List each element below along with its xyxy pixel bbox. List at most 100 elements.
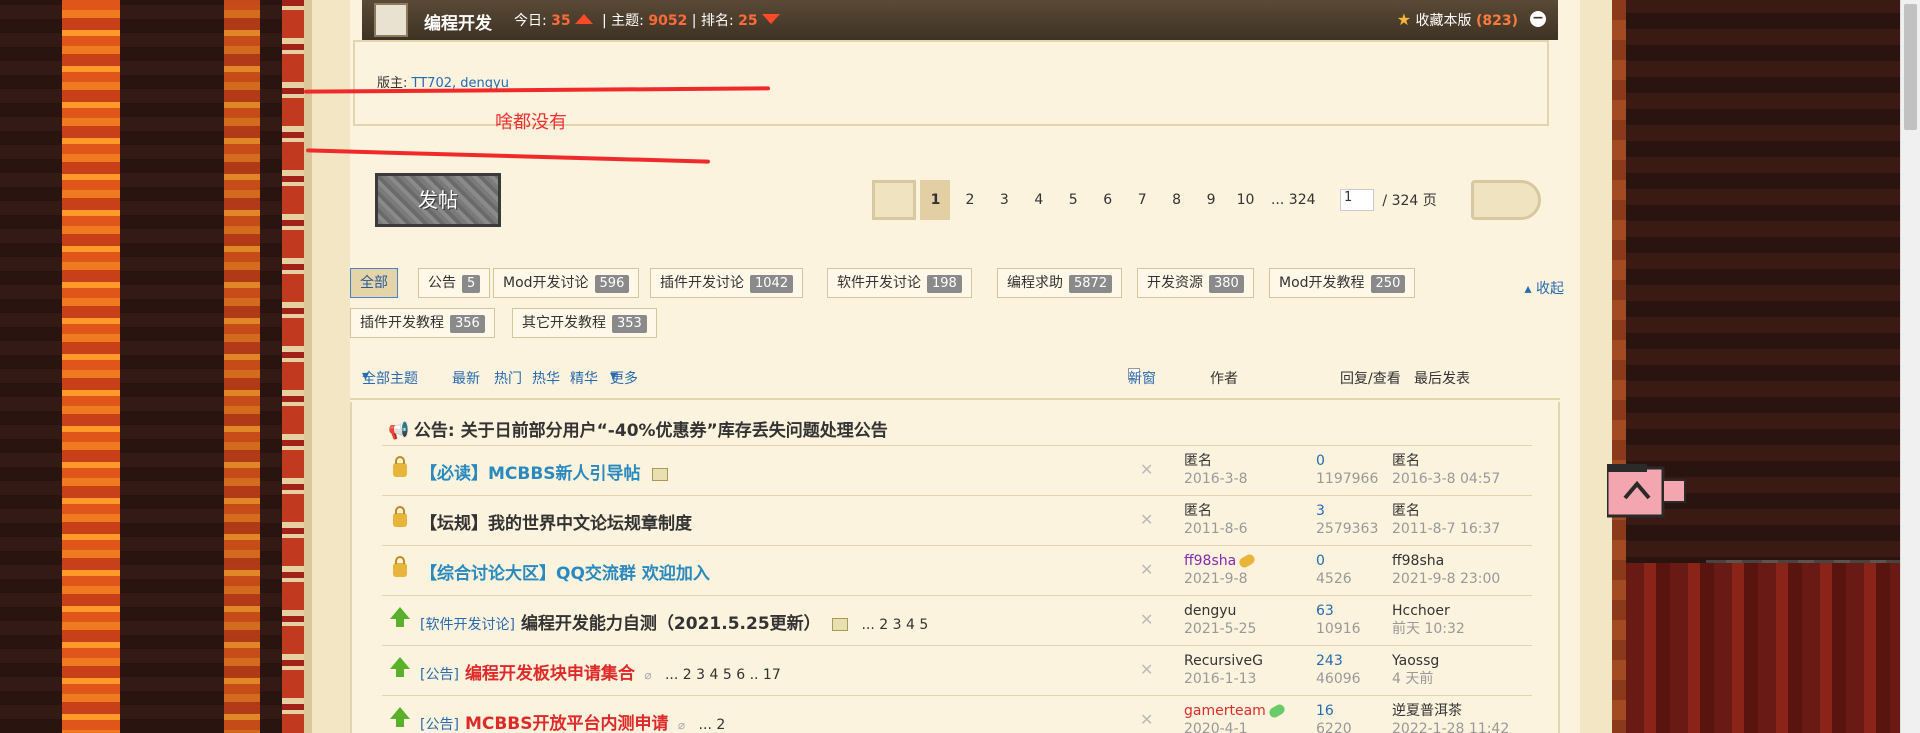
reply-count[interactable]: 63 bbox=[1316, 602, 1361, 620]
view-count: 2579363 bbox=[1316, 521, 1379, 537]
close-icon[interactable]: ✕ bbox=[1140, 610, 1153, 629]
reply-count[interactable]: 0 bbox=[1316, 452, 1378, 470]
megaphone-icon: 📢 bbox=[388, 421, 410, 441]
new-post-button[interactable]: 发帖 bbox=[375, 173, 501, 227]
thread-title[interactable]: 编程开发能力自测（2021.5.25更新） bbox=[521, 614, 821, 634]
reply-count[interactable]: 0 bbox=[1316, 552, 1352, 570]
page-link[interactable]: 3 bbox=[989, 180, 1019, 220]
prev-page-icon[interactable] bbox=[872, 180, 916, 220]
category-software-discussion[interactable]: 软件开发讨论 198 bbox=[827, 268, 972, 298]
collapse-categories-link[interactable]: ▴ 收起 bbox=[1525, 278, 1564, 298]
table-row: [公告] 编程开发板块申请集合 ⌀ ... 2 3 4 5 6 .. 17 ✕ R… bbox=[352, 646, 1562, 695]
background-right bbox=[1626, 0, 1920, 733]
view-count: 6220 bbox=[1316, 721, 1352, 733]
collapse-header-icon[interactable]: − bbox=[1530, 11, 1546, 27]
category-dev-resources[interactable]: 开发资源 380 bbox=[1137, 268, 1254, 298]
trend-up-icon bbox=[575, 14, 594, 24]
col-replies-views: 回复/查看 bbox=[1340, 371, 1401, 387]
filter-all[interactable]: 全部主题 ▾ bbox=[362, 368, 418, 387]
page-scrollbar[interactable] bbox=[1900, 0, 1920, 733]
lock-icon bbox=[393, 506, 407, 527]
page-link[interactable]: 10 bbox=[1231, 180, 1261, 220]
category-programming-help[interactable]: 编程求助 5872 bbox=[997, 268, 1123, 298]
page-total: / 324 页 bbox=[1382, 193, 1437, 209]
page-link[interactable]: 4 bbox=[1024, 180, 1054, 220]
page-link[interactable]: 7 bbox=[1127, 180, 1157, 220]
thread-author[interactable]: 匿名 bbox=[1184, 452, 1248, 470]
filter-hot[interactable]: 热门 bbox=[494, 368, 522, 388]
category-other-tutorials[interactable]: 其它开发教程 353 bbox=[512, 308, 657, 338]
page-link[interactable]: 6 bbox=[1093, 180, 1123, 220]
announcement-row[interactable]: 📢 公告: 关于日前部分用户“-40%优惠券”库存丢失问题处理公告 bbox=[388, 416, 888, 441]
thread-author[interactable]: RecursiveG bbox=[1184, 652, 1263, 670]
pagination: 1 2 3 4 5 6 7 8 9 10 ... 324 1 / 324 页 bbox=[872, 180, 1542, 220]
forum-logo-icon bbox=[374, 3, 408, 37]
category-all[interactable]: 全部 bbox=[350, 268, 398, 298]
last-post-time[interactable]: 前天 10:32 bbox=[1392, 620, 1465, 638]
page-jump-input[interactable]: 1 bbox=[1339, 189, 1374, 211]
thread-title[interactable]: 【必读】MCBBS新人引导帖 bbox=[420, 464, 641, 484]
reply-count[interactable]: 3 bbox=[1316, 502, 1378, 520]
next-page-icon[interactable] bbox=[1471, 180, 1542, 220]
last-post-time[interactable]: 2011-8-7 16:37 bbox=[1392, 520, 1500, 538]
scrollbar-thumb[interactable] bbox=[1904, 4, 1917, 130]
close-icon[interactable]: ✕ bbox=[1140, 660, 1153, 679]
thread-category-tag[interactable]: [软件开发讨论] bbox=[420, 617, 515, 633]
reply-count[interactable]: 16 bbox=[1316, 702, 1352, 720]
category-announcement[interactable]: 公告 5 bbox=[418, 268, 491, 298]
last-poster[interactable]: 匿名 bbox=[1392, 452, 1500, 470]
last-poster[interactable]: ff98sha bbox=[1392, 552, 1500, 570]
forum-title[interactable]: 编程开发 bbox=[424, 9, 492, 34]
close-icon[interactable]: ✕ bbox=[1140, 710, 1153, 729]
filter-hot-posts[interactable]: 热华 bbox=[532, 368, 560, 388]
thread-pages[interactable]: ... 2 bbox=[699, 717, 726, 733]
forum-header: 编程开发 今日: 35 | 主题: 9052 | 排名: 25 ★ 收藏本版 (… bbox=[362, 0, 1558, 40]
last-poster[interactable]: Yaossg bbox=[1392, 652, 1439, 670]
last-poster[interactable]: 逆夏普洱茶 bbox=[1392, 702, 1509, 720]
filter-digest[interactable]: 精华 bbox=[570, 368, 598, 388]
pinned-up-arrow-icon bbox=[390, 707, 410, 727]
thread-title[interactable]: MCBBS开放平台内测申请 bbox=[465, 714, 669, 733]
category-mod-tutorials[interactable]: Mod开发教程 250 bbox=[1269, 268, 1416, 298]
thread-author[interactable]: gamerteam bbox=[1184, 703, 1266, 719]
thread-title[interactable]: 编程开发板块申请集合 bbox=[465, 664, 635, 684]
last-post-time[interactable]: 2022-1-28 11:42 bbox=[1392, 720, 1509, 733]
last-poster[interactable]: 匿名 bbox=[1392, 502, 1500, 520]
page-link[interactable]: 9 bbox=[1196, 180, 1226, 220]
thread-category-tag[interactable]: [公告] bbox=[420, 717, 459, 733]
thread-title[interactable]: 【综合讨论大区】QQ交流群 欢迎加入 bbox=[420, 564, 710, 584]
filter-latest[interactable]: 最新 bbox=[452, 368, 480, 388]
thread-category-tag[interactable]: [公告] bbox=[420, 667, 459, 683]
page-link-last[interactable]: ... 324 bbox=[1265, 180, 1322, 220]
thread-author[interactable]: dengyu bbox=[1184, 602, 1256, 620]
star-icon: ★ bbox=[1396, 10, 1412, 29]
thread-pages[interactable]: ... 2 3 4 5 6 .. 17 bbox=[665, 667, 781, 683]
background-left bbox=[0, 0, 282, 733]
table-row: 【综合讨论大区】QQ交流群 欢迎加入 ✕ ff98sha 2021-9-8 0 … bbox=[352, 546, 1562, 595]
category-plugin-tutorials[interactable]: 插件开发教程 356 bbox=[350, 308, 495, 338]
thread-pages[interactable]: ... 2 3 4 5 bbox=[861, 617, 928, 633]
thread-author[interactable]: 匿名 bbox=[1184, 502, 1248, 520]
last-post-time[interactable]: 2021-9-8 23:00 bbox=[1392, 570, 1500, 588]
category-plugin-discussion[interactable]: 插件开发讨论 1042 bbox=[650, 268, 804, 298]
view-count: 1197966 bbox=[1316, 471, 1379, 487]
thread-title[interactable]: 【坛规】我的世界中文论坛规章制度 bbox=[420, 514, 692, 534]
page-link[interactable]: 8 bbox=[1162, 180, 1192, 220]
reply-count[interactable]: 243 bbox=[1316, 652, 1361, 670]
lock-icon bbox=[393, 456, 407, 477]
close-icon[interactable]: ✕ bbox=[1140, 560, 1153, 579]
page-frame-left bbox=[282, 0, 350, 733]
page-link[interactable]: 2 bbox=[955, 180, 985, 220]
filter-more[interactable]: 更多 ▾ bbox=[610, 368, 638, 387]
page-link[interactable]: 5 bbox=[1058, 180, 1088, 220]
page-link-current[interactable]: 1 bbox=[920, 180, 951, 220]
favorite-forum-button[interactable]: ★ 收藏本版 (823) bbox=[1397, 10, 1518, 30]
close-icon[interactable]: ✕ bbox=[1140, 460, 1153, 479]
pig-mascot-icon[interactable] bbox=[1607, 462, 1689, 522]
last-post-time[interactable]: 2016-3-8 04:57 bbox=[1392, 470, 1500, 488]
last-post-time[interactable]: 4 天前 bbox=[1392, 670, 1439, 688]
category-mod-discussion[interactable]: Mod开发讨论 596 bbox=[493, 268, 640, 298]
close-icon[interactable]: ✕ bbox=[1140, 510, 1153, 529]
thread-author[interactable]: ff98sha bbox=[1184, 553, 1236, 569]
last-poster[interactable]: Hcchoer bbox=[1392, 602, 1465, 620]
